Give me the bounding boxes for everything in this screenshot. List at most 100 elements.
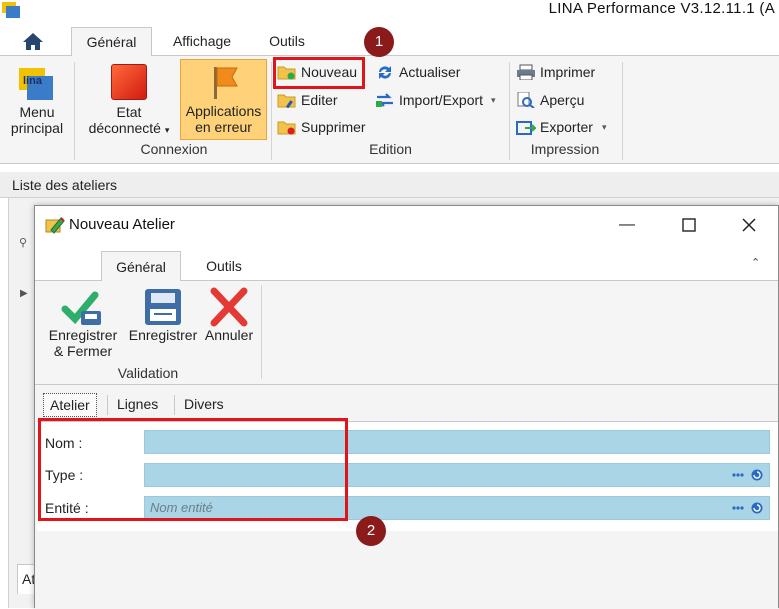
ribbon-separator (261, 285, 262, 379)
status-red-icon (111, 64, 147, 100)
dialog-title-bar: Nouveau Atelier — (35, 206, 778, 244)
form-tab-divers-label: Divers (184, 396, 224, 412)
etat-deconnecte-button[interactable]: Etat déconnecté ▾ (84, 60, 174, 140)
home-button[interactable] (18, 28, 48, 54)
annotation-box-1 (273, 57, 365, 89)
cancel-button[interactable]: Annuler (201, 285, 257, 345)
form-tab-lignes-label: Lignes (117, 396, 159, 412)
annotation-box-2 (38, 418, 348, 521)
form-tab-separator (174, 395, 175, 415)
refresh-small-icon[interactable] (751, 469, 763, 481)
row-arrow-icon: ▶ (20, 288, 28, 299)
close-button[interactable] (729, 212, 769, 238)
dialog-tab-outils[interactable]: Outils (193, 251, 255, 282)
menu-principal-label-1: Menu (19, 104, 55, 120)
actualiser-label: Actualiser (399, 64, 461, 80)
tab-affichage[interactable]: Affichage (162, 27, 242, 57)
chevron-down-icon: ▾ (491, 95, 496, 105)
save-button[interactable]: Enregistrer (125, 285, 201, 345)
applications-label-1: Applications (185, 103, 262, 119)
applications-label-2: en erreur (195, 119, 252, 135)
imprimer-button[interactable]: Imprimer (516, 61, 606, 83)
lina-logo-icon: lina (19, 68, 53, 100)
exporter-button[interactable]: Exporter ▾ (516, 116, 616, 138)
minimize-icon: — (619, 216, 635, 233)
impression-group-label: Impression (530, 141, 600, 157)
annotation-marker-1: 1 (364, 27, 394, 57)
tab-affichage-label: Affichage (172, 33, 232, 49)
folder-edit-icon (277, 94, 296, 108)
printer-icon (517, 64, 535, 80)
nouveau-atelier-dialog: Nouveau Atelier — Général Outils ⌃ Enreg… (34, 205, 779, 609)
flag-icon (213, 67, 238, 99)
close-icon (742, 218, 756, 232)
minimize-button[interactable]: — (607, 212, 647, 238)
save-close-button[interactable]: Enregistrer & Fermer (45, 285, 121, 365)
form-tab-divers[interactable]: Divers (178, 393, 230, 417)
entite-field-buttons (732, 502, 763, 514)
refresh-small-icon[interactable] (751, 502, 763, 514)
chevron-down-icon: ▾ (602, 122, 607, 132)
dialog-title: Nouveau Atelier (69, 216, 175, 233)
ribbon-separator (622, 62, 623, 160)
ellipsis-icon[interactable] (732, 506, 744, 510)
form-tab-separator (107, 395, 108, 415)
save-disk-icon (145, 289, 181, 325)
dialog-ribbon: Enregistrer & Fermer Enregistrer Annuler… (35, 281, 778, 385)
tab-general-label: Général (86, 34, 137, 50)
supprimer-button[interactable]: Supprimer (277, 116, 369, 138)
validation-group-label: Validation (117, 365, 179, 381)
apercu-label: Aperçu (540, 92, 585, 108)
edit-pencil-icon (45, 217, 65, 234)
maximize-button[interactable] (669, 212, 709, 238)
dialog-tab-bar: Général Outils ⌃ (35, 244, 778, 282)
app-logo-icon (2, 2, 20, 18)
exporter-label: Exporter (540, 119, 593, 135)
ellipsis-icon[interactable] (732, 473, 744, 477)
etat-label-1: Etat (116, 104, 142, 120)
type-field-buttons (732, 469, 763, 481)
edition-group-label: Edition (369, 141, 412, 157)
editer-label: Editer (301, 92, 338, 108)
imprimer-label: Imprimer (540, 64, 596, 80)
supprimer-label: Supprimer (301, 119, 366, 135)
app-title-bar: LINA Performance V3.12.11.1 (A (0, 0, 779, 22)
etat-label-2: déconnecté (88, 120, 161, 136)
home-icon (23, 33, 43, 50)
dialog-tab-general-label: Général (116, 259, 166, 275)
save-close-icon (61, 291, 101, 325)
app-title: LINA Performance V3.12.11.1 (A (548, 0, 775, 17)
form-tab-lignes[interactable]: Lignes (111, 393, 164, 417)
save-close-label-2: & Fermer (53, 343, 113, 359)
save-label: Enregistrer (128, 327, 198, 343)
import-export-label: Import/Export (399, 92, 484, 108)
import-export-icon (376, 93, 393, 107)
chevron-down-icon: ▾ (164, 125, 170, 135)
tab-outils[interactable]: Outils (256, 27, 318, 57)
apercu-button[interactable]: Aperçu (516, 89, 596, 111)
cancel-x-icon (210, 287, 248, 327)
menu-principal-label-2: principal (10, 120, 64, 136)
collapse-ribbon-icon[interactable]: ⌃ (751, 256, 760, 269)
dialog-tab-general[interactable]: Général (101, 251, 181, 282)
list-header: Liste des ateliers (0, 172, 779, 198)
pin-icon: ⚲ (19, 237, 28, 249)
print-preview-icon (517, 92, 535, 108)
form-tab-atelier[interactable]: Atelier (43, 393, 97, 417)
connexion-group-label: Connexion (140, 141, 208, 157)
tab-outils-label: Outils (269, 33, 305, 49)
svg-text:lina: lina (23, 75, 43, 87)
cancel-label: Annuler (204, 327, 254, 343)
ribbon-separator (74, 62, 75, 160)
editer-button[interactable]: Editer (277, 89, 347, 111)
maximize-icon (682, 218, 696, 232)
applications-en-erreur-button[interactable]: Applications en erreur (180, 59, 267, 140)
save-close-label-1: Enregistrer (48, 327, 118, 343)
annotation-marker-2: 2 (356, 516, 386, 546)
dialog-tab-outils-label: Outils (206, 258, 242, 274)
actualiser-button[interactable]: Actualiser (375, 61, 465, 83)
tab-general[interactable]: Général (71, 27, 152, 57)
folder-delete-icon (277, 121, 296, 135)
import-export-button[interactable]: Import/Export ▾ (375, 89, 505, 111)
menu-principal-button[interactable]: lina Menu principal (4, 60, 70, 140)
